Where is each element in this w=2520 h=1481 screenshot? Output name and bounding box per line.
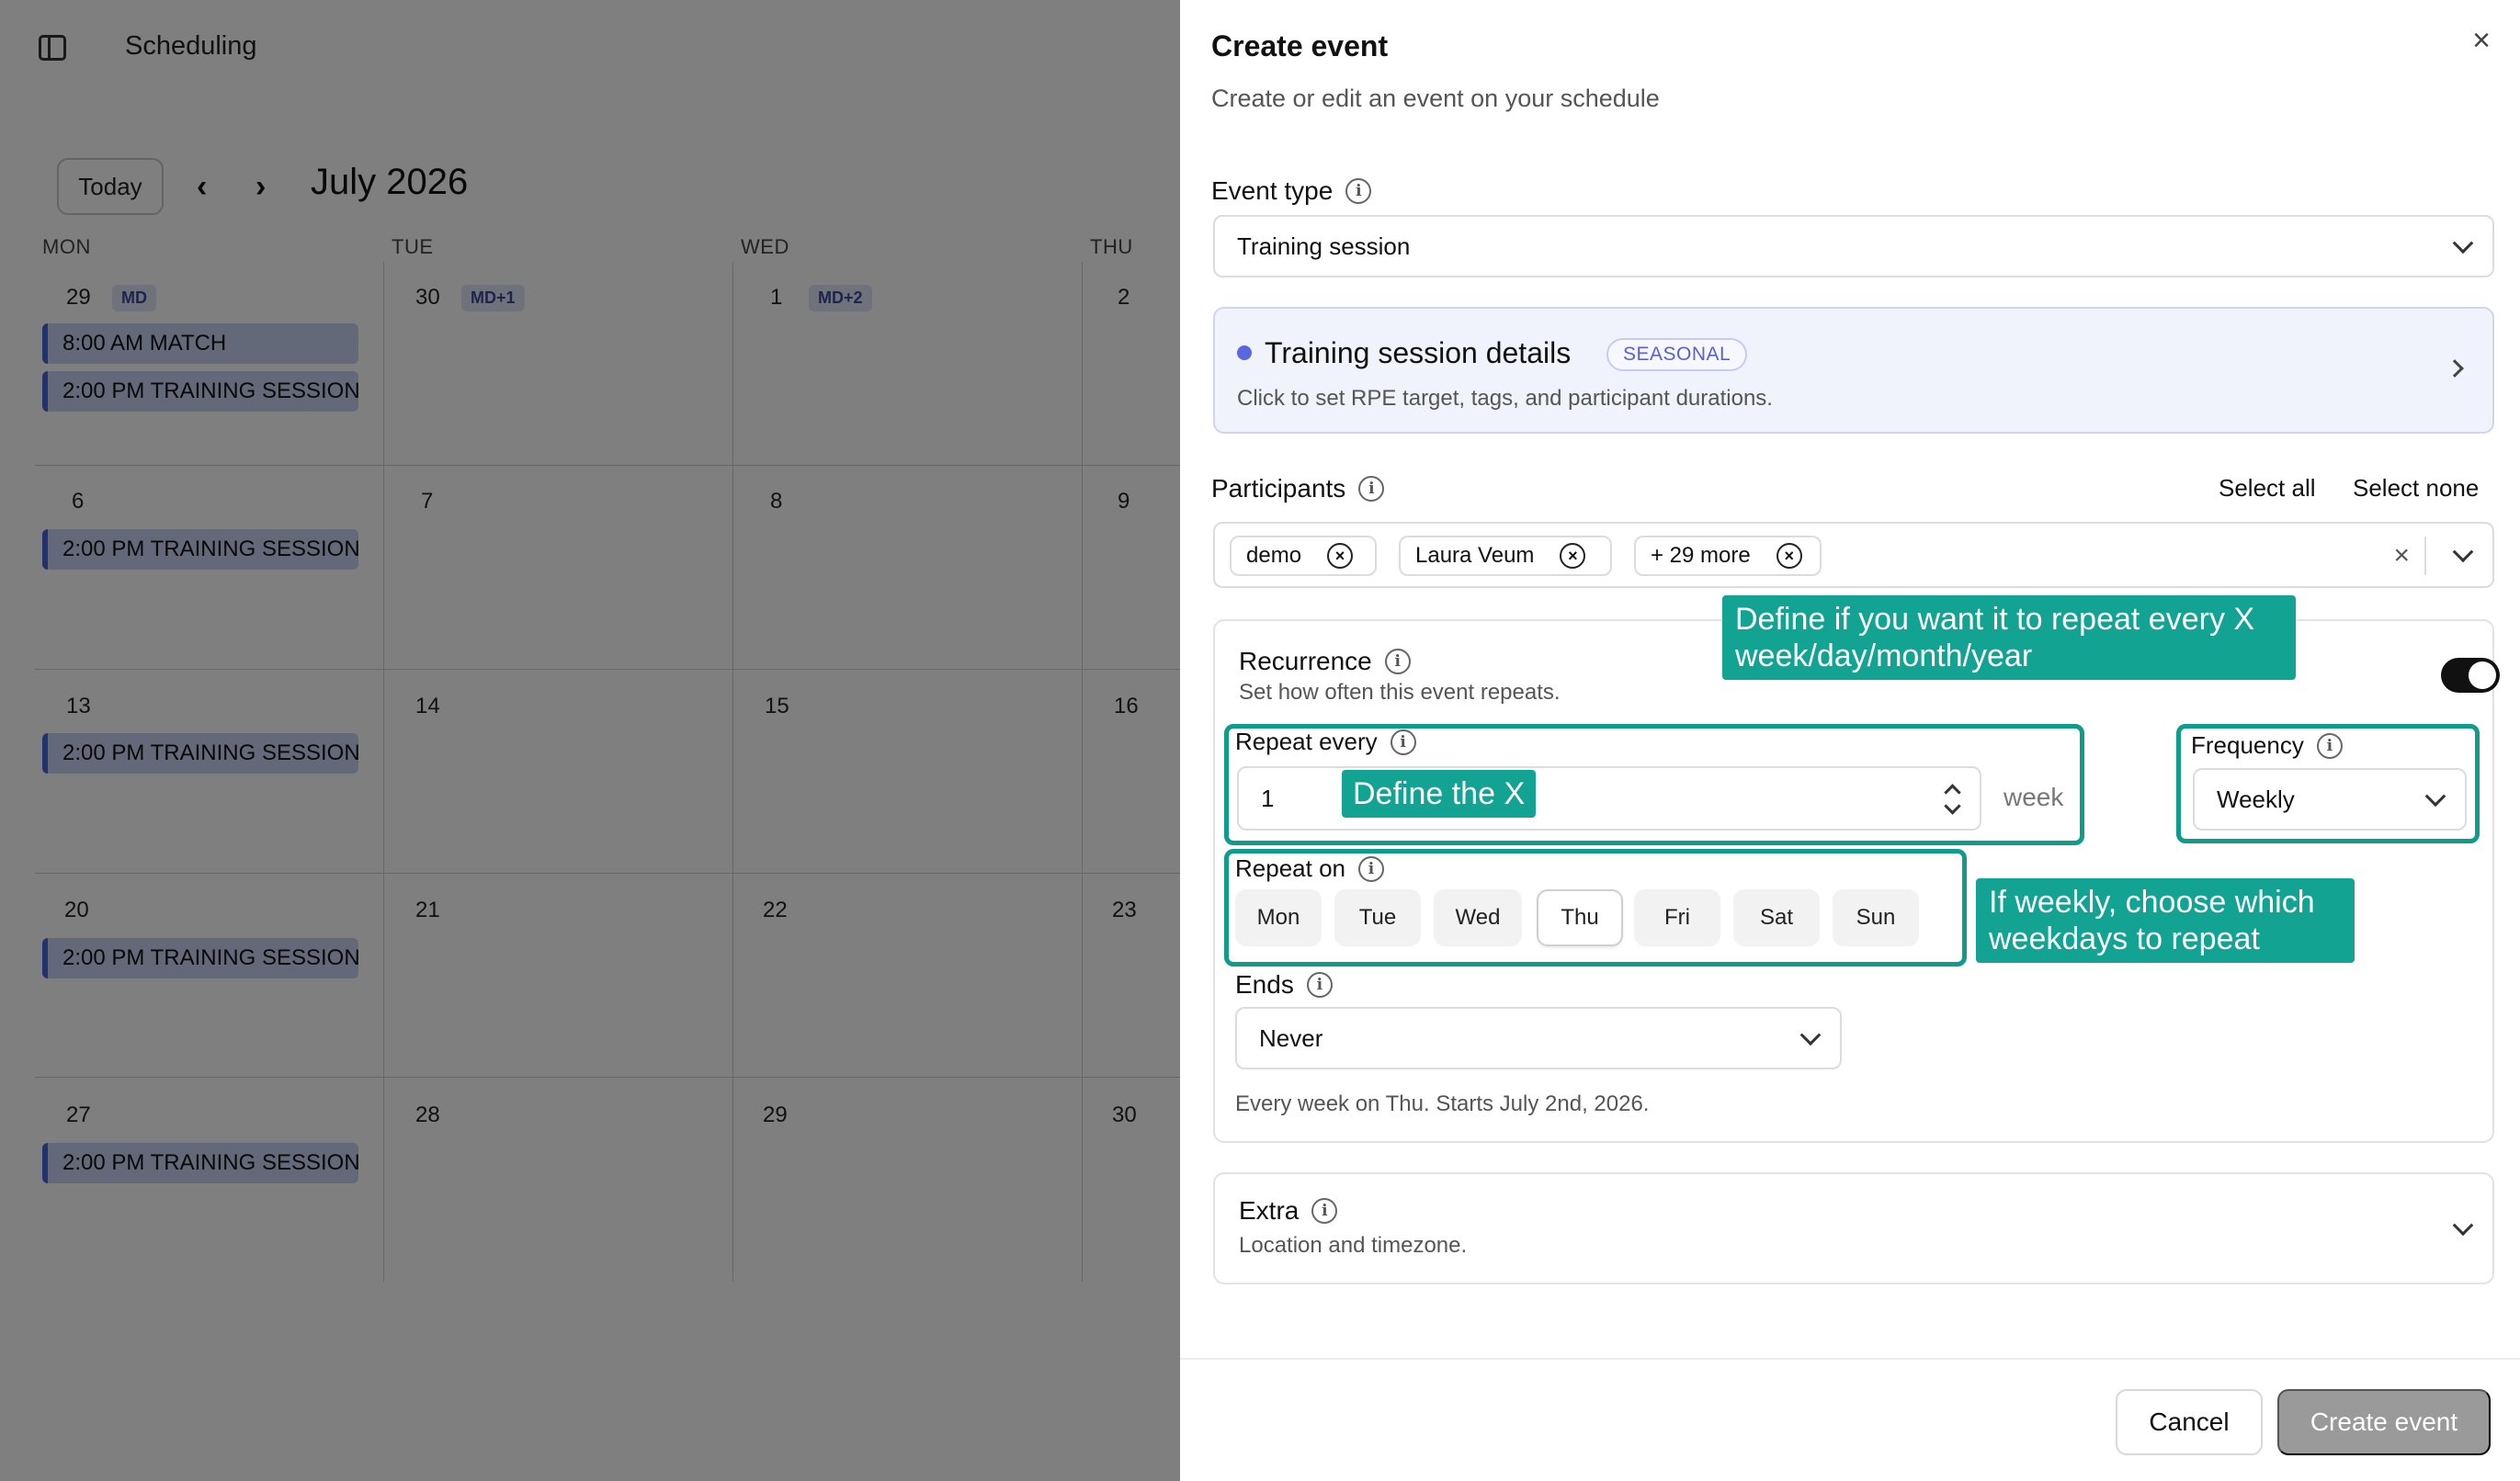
extra-title: Extra i bbox=[1239, 1196, 1338, 1226]
define-x-callout: Define the X bbox=[1342, 770, 1537, 818]
details-title: Training session details bbox=[1265, 336, 1572, 369]
chip-label: demo bbox=[1246, 543, 1302, 568]
remove-chip-icon[interactable]: × bbox=[1560, 543, 1586, 569]
seasonal-badge: SEASONAL bbox=[1606, 338, 1748, 371]
clear-all-icon[interactable]: × bbox=[2393, 540, 2410, 571]
participant-chip[interactable]: + 29 more × bbox=[1634, 536, 1822, 576]
repeat-interval-callout: Define if you want it to repeat every X … bbox=[1722, 595, 2296, 680]
chevron-down-icon bbox=[2452, 232, 2474, 254]
recurrence-description: Set how often this event repeats. bbox=[1239, 680, 1561, 705]
info-icon[interactable]: i bbox=[1384, 649, 1411, 674]
info-icon[interactable]: i bbox=[1311, 1198, 1338, 1224]
info-icon[interactable]: i bbox=[1358, 476, 1385, 502]
event-type-value: Training session bbox=[1237, 232, 1411, 260]
close-icon[interactable]: × bbox=[2463, 22, 2500, 59]
status-dot-icon bbox=[1237, 345, 1252, 360]
recurrence-summary: Every week on Thu. Starts July 2nd, 2026… bbox=[1235, 1091, 1650, 1116]
divider bbox=[2424, 537, 2426, 575]
participants-label-text: Participants bbox=[1211, 474, 1346, 503]
cancel-button[interactable]: Cancel bbox=[2116, 1389, 2263, 1455]
extra-label: Extra bbox=[1239, 1196, 1300, 1225]
event-type-select[interactable]: Training session bbox=[1213, 215, 2494, 277]
chevron-down-icon bbox=[2452, 1215, 2474, 1237]
participants-multiselect[interactable]: demo × Laura Veum × + 29 more × × bbox=[1213, 522, 2494, 588]
select-all-button[interactable]: Select all bbox=[2219, 474, 2316, 503]
drawer-title: Create event bbox=[1211, 29, 1389, 62]
recurrence-label: Recurrence bbox=[1239, 647, 1372, 675]
toggle-knob bbox=[2469, 661, 2496, 689]
repeat-on-highlight bbox=[1224, 849, 1967, 967]
event-type-label: Event type i bbox=[1211, 176, 1372, 206]
ends-label: Ends i bbox=[1235, 970, 1333, 1000]
extra-description: Location and timezone. bbox=[1239, 1233, 1468, 1258]
info-icon[interactable]: i bbox=[1345, 178, 1372, 204]
participants-label: Participants i bbox=[1211, 474, 1385, 503]
calendar-view: Scheduling Today ‹ › July 2026 MON TUE W… bbox=[0, 0, 1180, 1481]
ends-label-text: Ends bbox=[1235, 970, 1294, 999]
participant-chip[interactable]: Laura Veum × bbox=[1399, 536, 1612, 576]
ends-value: Never bbox=[1259, 1023, 1323, 1052]
footer-divider bbox=[1180, 1358, 2520, 1360]
recurrence-toggle[interactable] bbox=[2441, 658, 2500, 693]
drawer-subtitle: Create or edit an event on your schedule bbox=[1211, 85, 1660, 112]
recurrence-title: Recurrence i bbox=[1239, 647, 1411, 676]
create-event-button[interactable]: Create event bbox=[2277, 1389, 2491, 1455]
chevron-down-icon[interactable] bbox=[2452, 541, 2474, 563]
event-type-label-text: Event type bbox=[1211, 176, 1334, 205]
participant-chip[interactable]: demo × bbox=[1230, 536, 1377, 576]
info-icon[interactable]: i bbox=[1306, 972, 1333, 998]
remove-chip-icon[interactable]: × bbox=[1327, 543, 1354, 569]
modal-backdrop[interactable] bbox=[0, 0, 1180, 1481]
chip-label: Laura Veum bbox=[1415, 543, 1535, 568]
remove-chip-icon[interactable]: × bbox=[1776, 543, 1802, 569]
chevron-down-icon bbox=[1799, 1024, 1822, 1046]
select-none-button[interactable]: Select none bbox=[2353, 474, 2479, 503]
ends-select[interactable]: Never bbox=[1235, 1007, 1842, 1069]
details-description: Click to set RPE target, tags, and parti… bbox=[1237, 386, 1773, 411]
chevron-right-icon bbox=[2446, 359, 2464, 378]
weekdays-callout: If weekly, choose which weekdays to repe… bbox=[1976, 878, 2355, 963]
chip-label: + 29 more bbox=[1651, 543, 1751, 568]
training-session-details-card[interactable]: Training session details SEASONAL Click … bbox=[1213, 307, 2494, 434]
extra-card[interactable]: Extra i Location and timezone. bbox=[1213, 1172, 2494, 1284]
frequency-highlight bbox=[2176, 724, 2480, 843]
